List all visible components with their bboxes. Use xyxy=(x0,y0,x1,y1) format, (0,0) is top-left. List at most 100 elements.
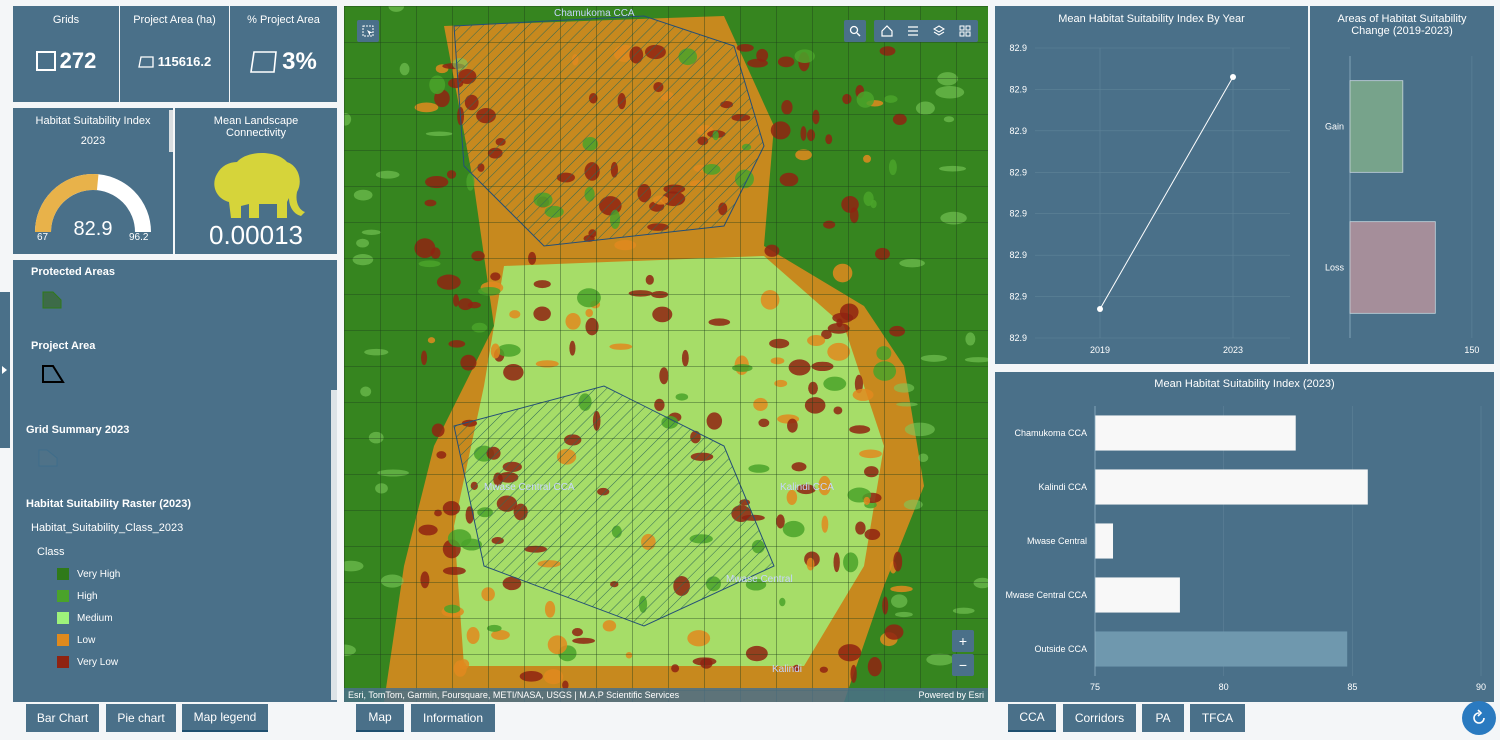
layers-icon[interactable] xyxy=(933,25,945,37)
map-label-0: Chamukoma CCA xyxy=(554,8,635,19)
legend-class-label: High xyxy=(77,590,98,602)
list-icon[interactable] xyxy=(907,25,919,37)
x-tick-label: 90 xyxy=(1476,682,1486,692)
tab-bar-chart[interactable]: Bar Chart xyxy=(26,704,99,732)
search-icon xyxy=(849,25,861,37)
tab-pie-chart[interactable]: Pie chart xyxy=(106,704,176,732)
map-toolbar xyxy=(874,20,978,42)
map-label-3: Mwase Central xyxy=(726,574,793,585)
legend-class-item: Low xyxy=(57,634,95,646)
legend-class-label: Very Low xyxy=(77,656,119,668)
y-tick-label: 82.9 xyxy=(1009,292,1027,302)
zoom-in-button[interactable]: + xyxy=(952,630,974,652)
map-view[interactable]: Chamukoma CCA Mwase Central CCA Kalindi … xyxy=(344,6,988,702)
y-tick-label: 82.9 xyxy=(1009,84,1027,94)
legend-grid-title: Grid Summary 2023 xyxy=(26,424,130,436)
connectivity-title-2: Connectivity xyxy=(226,127,286,139)
hsi-year: 2023 xyxy=(80,135,106,147)
tab-cca[interactable]: CCA xyxy=(1008,704,1056,732)
bar xyxy=(1095,415,1296,451)
y-tick-label: 82.9 xyxy=(1009,250,1027,260)
legend-scrollbar[interactable] xyxy=(331,390,337,700)
category-label: Kalindi CCA xyxy=(1038,482,1087,492)
category-label: Mwase Central CCA xyxy=(1005,590,1087,600)
legend-class-item: Medium xyxy=(57,612,113,624)
x-tick-label: 75 xyxy=(1090,682,1100,692)
grids-stat: Grids 272 xyxy=(13,6,119,102)
x-tick-label: 150 xyxy=(1464,345,1479,355)
protected-area-swatch xyxy=(42,291,62,309)
chevron-right-icon xyxy=(2,366,7,374)
y-tick-label: 82.9 xyxy=(1009,333,1027,343)
map-label-1: Mwase Central CCA xyxy=(484,482,575,493)
tab-map-legend[interactable]: Map legend xyxy=(182,704,268,732)
tab-pa[interactable]: PA xyxy=(1142,704,1184,732)
y-tick-label: 82.9 xyxy=(1009,209,1027,219)
bar xyxy=(1095,631,1348,667)
pct-area-stat: % Project Area 3% xyxy=(230,6,337,102)
bar-chart-title: Mean Habitat Suitability Index (2023) xyxy=(1154,378,1335,390)
hsi-gauge-panel: Habitat Suitability Index 2023 82.9 67 9… xyxy=(13,108,173,254)
legend-project-title: Project Area xyxy=(31,340,96,352)
legend-swatch xyxy=(57,656,69,668)
home-icon[interactable] xyxy=(881,25,893,37)
habitat-raster xyxy=(344,6,988,702)
map-label-2: Kalindi CCA xyxy=(780,482,834,493)
tab-corridors[interactable]: Corridors xyxy=(1063,704,1136,732)
legend-protected-title: Protected Areas xyxy=(31,266,115,278)
habitat-change-chart: Areas of Habitat Suitability Change (201… xyxy=(1310,6,1494,364)
bar xyxy=(1349,80,1404,173)
hsi-title: Habitat Suitability Index xyxy=(35,115,151,127)
legend-raster-title: Habitat Suitability Raster (2023) xyxy=(26,498,192,510)
change-chart-title-1: Areas of Habitat Suitability xyxy=(1337,13,1467,25)
grids-value: 272 xyxy=(59,48,97,73)
select-button[interactable] xyxy=(357,20,379,42)
line-chart-plot: 82.9 82.9 82.9 82.9 82.9 82.9 82.9 82.9 2019 2023 xyxy=(1009,43,1290,355)
data-point xyxy=(1230,74,1236,80)
refresh-icon xyxy=(1473,709,1485,724)
hsi-2023-bar-chart: Mean Habitat Suitability Index (2023) 75… xyxy=(995,372,1494,702)
legend-class-item: Very Low xyxy=(57,656,118,668)
map-legend-panel: Protected Areas Project Area Grid Summar… xyxy=(13,260,337,702)
x-tick-label: 85 xyxy=(1347,682,1357,692)
bar xyxy=(1095,523,1114,559)
polygon-icon xyxy=(137,55,154,68)
tab-tfca[interactable]: TFCA xyxy=(1190,704,1245,732)
project-area-stat: Project Area (ha) 115616.2 xyxy=(120,6,229,102)
legend-class-label: Very High xyxy=(77,568,121,580)
bar xyxy=(1349,221,1436,314)
grid-icon[interactable] xyxy=(959,25,971,37)
bar xyxy=(1095,469,1368,505)
grid-summary-swatch xyxy=(38,449,58,467)
pct-area-value: 3% xyxy=(282,48,317,75)
tab-map[interactable]: Map xyxy=(356,704,404,732)
refresh-button[interactable] xyxy=(1462,701,1496,735)
y-tick-label: 82.9 xyxy=(1009,167,1027,177)
map-attribution-bar: Esri, TomTom, Garmin, Foursquare, METI/N… xyxy=(344,688,988,702)
legend-swatch xyxy=(57,612,69,624)
legend-swatch xyxy=(57,568,69,580)
powered-by-esri[interactable]: Powered by Esri xyxy=(918,690,984,700)
search-button[interactable] xyxy=(844,20,866,42)
sidebar-toggle[interactable] xyxy=(0,292,10,448)
category-label: Gain xyxy=(1325,122,1344,132)
legend-class-item: Very High xyxy=(57,568,120,580)
tab-information[interactable]: Information xyxy=(411,704,495,732)
data-point xyxy=(1097,306,1103,312)
project-area-value: 115616.2 xyxy=(157,54,212,69)
scrollbar[interactable] xyxy=(169,110,173,152)
connectivity-value: 0.00013 xyxy=(209,220,303,250)
project-area-swatch xyxy=(42,365,65,383)
legend-class-label: Class xyxy=(37,546,65,558)
map-attribution: Esri, TomTom, Garmin, Foursquare, METI/N… xyxy=(348,690,680,700)
category-label: Mwase Central xyxy=(1027,536,1087,546)
connectivity-panel: Mean Landscape Connectivity 0.00013 xyxy=(175,108,337,254)
polygon-icon xyxy=(250,51,278,73)
line-chart-title: Mean Habitat Suitability Index By Year xyxy=(1058,13,1245,25)
select-icon xyxy=(362,25,374,37)
hsi-by-year-chart: Mean Habitat Suitability Index By Year 8… xyxy=(995,6,1308,364)
category-label: Loss xyxy=(1325,263,1345,273)
legend-swatch xyxy=(57,590,69,602)
series-line xyxy=(1099,76,1234,310)
zoom-out-button[interactable]: − xyxy=(952,654,974,676)
